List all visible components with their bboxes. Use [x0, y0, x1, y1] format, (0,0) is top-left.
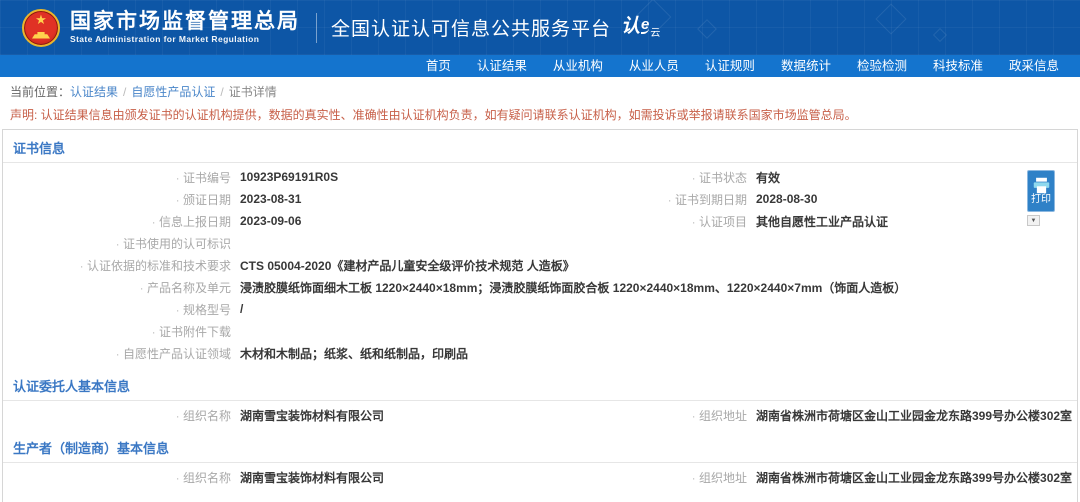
field-label: 证书使用的认可标识	[3, 235, 231, 252]
field-value: /	[240, 302, 243, 316]
breadcrumb-link-0[interactable]: 认证结果	[70, 85, 118, 99]
field-row: 认证依据的标准和技术要求 CTS 05004-2020《建材产品儿童安全级评价技术…	[3, 254, 1077, 276]
certificate-panel: 证书信息证书编号 10923P69191R0S 证书状态有效颁证日期 2023-08-…	[2, 129, 1078, 502]
section-title-cert-info: 证书信息	[3, 130, 1077, 162]
field-row: 信息上报日期 2023-09-06	[3, 210, 540, 232]
caret-down-icon: ▼	[1031, 218, 1037, 224]
section-fields-applicant-info: 组织名称湖南雪宝装饰材料有限公司组织地址湖南省株洲市荷塘区金山工业园金龙东路39…	[3, 401, 1077, 430]
field-value: 10923P69191R0S	[240, 170, 338, 184]
field-label: 规格型号	[3, 301, 231, 318]
header-decor	[933, 28, 947, 42]
nav-item-5[interactable]: 数据统计	[768, 55, 844, 77]
national-emblem-icon: ★	[22, 9, 60, 47]
emblem-star-icon: ★	[35, 13, 47, 26]
breadcrumb-separator: /	[123, 85, 126, 99]
field-value: 湖南雪宝装饰材料有限公司	[240, 469, 384, 486]
field-value: 其他自愿性工业产品认证	[756, 213, 888, 230]
nav-item-1[interactable]: 认证结果	[464, 55, 540, 77]
platform-title: 全国认证认可信息公共服务平台	[331, 14, 611, 41]
header-decor	[697, 19, 717, 39]
print-button-label: 打印	[1031, 194, 1051, 206]
header-decor	[875, 3, 906, 34]
nav-item-4[interactable]: 认证规则	[692, 55, 768, 77]
nav-item-7[interactable]: 科技标准	[920, 55, 996, 77]
breadcrumb-current: 证书详情	[229, 85, 277, 99]
org-subtitle: State Administration for Market Regulati…	[70, 34, 300, 45]
nav-item-3[interactable]: 从业人员	[616, 55, 692, 77]
field-value: 2028-08-30	[756, 192, 817, 206]
field-row: 规格型号 /	[3, 298, 1077, 320]
breadcrumb-separator: /	[220, 85, 223, 99]
section-title-issuer-info: 发证机构信息	[3, 492, 1077, 502]
field-label: 证书状态	[540, 169, 747, 186]
section-title-applicant-info: 认证委托人基本信息	[3, 368, 1077, 400]
nav-item-0[interactable]: 首页	[413, 55, 464, 77]
org-title-block: 国家市场监督管理总局 State Administration for Mark…	[70, 10, 300, 45]
nav-item-8[interactable]: 政采信息	[996, 55, 1072, 77]
field-value: 2023-09-06	[240, 214, 301, 228]
field-row: 组织地址湖南省株洲市荷塘区金山工业园金龙东路399号办公楼302室	[540, 404, 1077, 426]
disclaimer-notice: 声明: 认证结果信息由颁发证书的认证机构提供，数据的真实性、准确性由认证机构负责…	[0, 102, 1080, 127]
section-fields-cert-info: 证书编号 10923P69191R0S 证书状态有效颁证日期 2023-08-31 证书…	[3, 163, 1077, 368]
section-title-producer-info: 生产者（制造商）基本信息	[3, 430, 1077, 462]
field-label: 证书编号	[3, 169, 231, 186]
field-row: 证书使用的认可标识	[3, 232, 1077, 254]
field-label: 认证项目	[540, 213, 747, 230]
field-value: 浸渍胶膜纸饰面细木工板 1220×2440×18mm；浸渍胶膜纸饰面胶合板 12…	[240, 279, 906, 296]
field-value: 2023-08-31	[240, 192, 301, 206]
field-value: 木材和木制品；纸浆、纸和纸制品，印刷品	[240, 345, 468, 362]
breadcrumb: 当前位置：认证结果 / 自愿性产品认证 / 证书详情	[0, 77, 1080, 102]
field-row: 组织名称湖南雪宝装饰材料有限公司	[3, 466, 540, 488]
field-value: 湖南省株洲市荷塘区金山工业园金龙东路399号办公楼302室	[756, 407, 1072, 424]
section-fields-producer-info: 组织名称湖南雪宝装饰材料有限公司组织地址湖南省株洲市荷塘区金山工业园金龙东路39…	[3, 463, 1077, 492]
breadcrumb-link-1[interactable]: 自愿性产品认证	[131, 85, 215, 99]
field-row: 自愿性产品认证领域木材和木制品；纸浆、纸和纸制品，印刷品	[3, 342, 1077, 364]
field-label: 组织名称	[3, 407, 231, 424]
nav-item-6[interactable]: 检验检测	[844, 55, 920, 77]
field-value: 湖南省株洲市荷塘区金山工业园金龙东路399号办公楼302室	[756, 469, 1072, 486]
field-label: 证书到期日期	[540, 191, 747, 208]
field-label: 自愿性产品认证领域	[3, 345, 231, 362]
field-row: 证书状态有效	[540, 166, 1077, 188]
field-label: 组织地址	[540, 469, 747, 486]
page: ★ 国家市场监督管理总局 State Administration for Ma…	[0, 0, 1080, 502]
field-label: 证书附件下载	[3, 323, 231, 340]
field-row: 证书编号 10923P69191R0S	[3, 166, 540, 188]
field-label: 产品名称及单元	[3, 279, 231, 296]
field-label: 组织地址	[540, 407, 747, 424]
field-row: 颁证日期 2023-08-31	[3, 188, 540, 210]
field-row: 证书到期日期 2028-08-30	[540, 188, 1077, 210]
emblem-gate-icon	[32, 32, 50, 39]
field-label: 颁证日期	[3, 191, 231, 208]
print-button[interactable]: 打印	[1027, 170, 1055, 212]
print-widget: 打印 ▼	[1027, 170, 1055, 226]
field-row: 证书附件下载	[3, 320, 1077, 342]
field-label: 认证依据的标准和技术要求	[3, 257, 231, 274]
field-value: 有效	[756, 169, 780, 186]
field-row: 产品名称及单元浸渍胶膜纸饰面细木工板 1220×2440×18mm；浸渍胶膜纸饰…	[3, 276, 1077, 298]
field-label: 组织名称	[3, 469, 231, 486]
field-value: 湖南雪宝装饰材料有限公司	[240, 407, 384, 424]
nav-item-2[interactable]: 从业机构	[540, 55, 616, 77]
print-caret[interactable]: ▼	[1027, 215, 1040, 226]
field-value: CTS 05004-2020《建材产品儿童安全级评价技术规范 人造板》	[240, 257, 575, 274]
main-nav: 首页认证结果从业机构从业人员认证规则数据统计检验检测科技标准政采信息	[0, 55, 1080, 77]
field-row: 组织名称湖南雪宝装饰材料有限公司	[3, 404, 540, 426]
site-header: ★ 国家市场监督管理总局 State Administration for Ma…	[0, 0, 1080, 55]
field-label: 信息上报日期	[3, 213, 231, 230]
org-title: 国家市场监督管理总局	[70, 10, 300, 34]
field-row: 认证项目其他自愿性工业产品认证	[540, 210, 1077, 232]
printer-icon	[1032, 177, 1051, 194]
breadcrumb-label: 当前位置：	[10, 85, 70, 99]
field-row: 组织地址湖南省株洲市荷塘区金山工业园金龙东路399号办公楼302室	[540, 466, 1077, 488]
header-divider	[316, 13, 317, 43]
